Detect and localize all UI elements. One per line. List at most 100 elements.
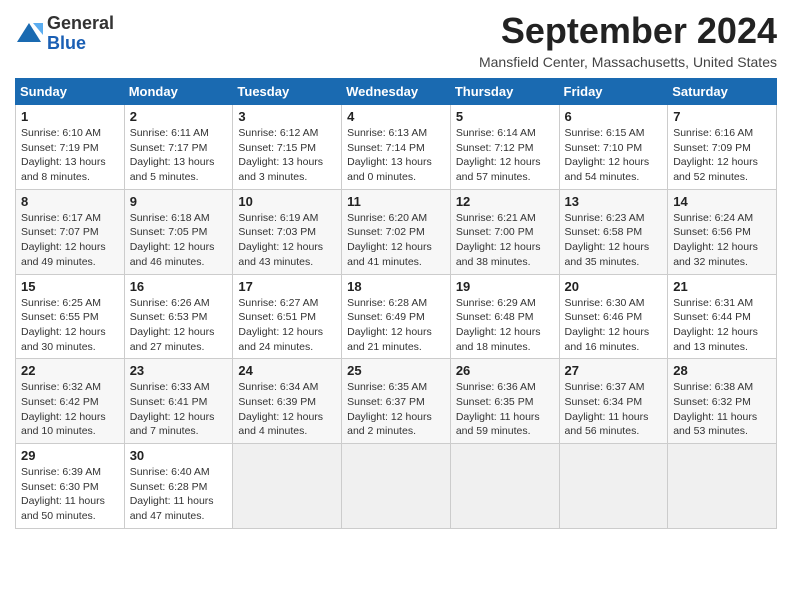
calendar-day-cell: 18 Sunrise: 6:28 AM Sunset: 6:49 PM Dayli… bbox=[342, 274, 451, 359]
location-title: Mansfield Center, Massachusetts, United … bbox=[479, 54, 777, 70]
calendar-week-row: 1Sunrise: 6:10 AM Sunset: 7:19 PM Daylig… bbox=[16, 105, 777, 190]
calendar-day-cell: 15Sunrise: 6:25 AM Sunset: 6:55 PM Dayli… bbox=[16, 274, 125, 359]
day-number: 12 bbox=[456, 194, 554, 209]
calendar-day-cell: 21Sunrise: 6:31 AM Sunset: 6:44 PM Dayli… bbox=[668, 274, 777, 359]
day-info: Sunrise: 6:14 AM Sunset: 7:12 PM Dayligh… bbox=[456, 126, 554, 185]
calendar-day-cell: 13 Sunrise: 6:23 AM Sunset: 6:58 PM Dayli… bbox=[559, 189, 668, 274]
day-number: 25 bbox=[347, 363, 445, 378]
day-number: 18 bbox=[347, 279, 445, 294]
logo-blue-text: Blue bbox=[47, 33, 86, 53]
day-info: Sunrise: 6:35 AM Sunset: 6:37 PM Dayligh… bbox=[347, 380, 445, 439]
day-info: Sunrise: 6:17 AM Sunset: 7:07 PM Dayligh… bbox=[21, 211, 119, 270]
day-info: Sunrise: 6:30 AM Sunset: 6:46 PM Dayligh… bbox=[565, 296, 663, 355]
calendar-table: SundayMondayTuesdayWednesdayThursdayFrid… bbox=[15, 78, 777, 529]
day-number: 4 bbox=[347, 109, 445, 124]
calendar-day-cell: 16 Sunrise: 6:26 AM Sunset: 6:53 PM Dayli… bbox=[124, 274, 233, 359]
calendar-day-cell: 23 Sunrise: 6:33 AM Sunset: 6:41 PM Dayli… bbox=[124, 359, 233, 444]
day-info: Sunrise: 6:24 AM Sunset: 6:56 PM Dayligh… bbox=[673, 211, 771, 270]
calendar-day-cell: 11 Sunrise: 6:20 AM Sunset: 7:02 PM Dayli… bbox=[342, 189, 451, 274]
page-header: General Blue September 2024 Mansfield Ce… bbox=[15, 10, 777, 70]
day-info: Sunrise: 6:10 AM Sunset: 7:19 PM Dayligh… bbox=[21, 126, 119, 185]
day-number: 16 bbox=[130, 279, 228, 294]
day-number: 28 bbox=[673, 363, 771, 378]
day-number: 11 bbox=[347, 194, 445, 209]
weekday-header-monday: Monday bbox=[124, 79, 233, 105]
calendar-day-cell: 24 Sunrise: 6:34 AM Sunset: 6:39 PM Dayli… bbox=[233, 359, 342, 444]
weekday-header-sunday: Sunday bbox=[16, 79, 125, 105]
day-info: Sunrise: 6:33 AM Sunset: 6:41 PM Dayligh… bbox=[130, 380, 228, 439]
calendar-day-cell: 6 Sunrise: 6:15 AM Sunset: 7:10 PM Daylig… bbox=[559, 105, 668, 190]
weekday-row: SundayMondayTuesdayWednesdayThursdayFrid… bbox=[16, 79, 777, 105]
day-number: 30 bbox=[130, 448, 228, 463]
calendar-day-cell: 22 Sunrise: 6:32 AM Sunset: 6:42 PM Dayli… bbox=[16, 359, 125, 444]
calendar-day-cell: 1Sunrise: 6:10 AM Sunset: 7:19 PM Daylig… bbox=[16, 105, 125, 190]
weekday-header-thursday: Thursday bbox=[450, 79, 559, 105]
day-number: 20 bbox=[565, 279, 663, 294]
day-number: 13 bbox=[565, 194, 663, 209]
day-number: 21 bbox=[673, 279, 771, 294]
calendar-day-cell bbox=[450, 444, 559, 529]
day-number: 19 bbox=[456, 279, 554, 294]
day-number: 17 bbox=[238, 279, 336, 294]
weekday-header-wednesday: Wednesday bbox=[342, 79, 451, 105]
day-info: Sunrise: 6:13 AM Sunset: 7:14 PM Dayligh… bbox=[347, 126, 445, 185]
weekday-header-friday: Friday bbox=[559, 79, 668, 105]
day-info: Sunrise: 6:21 AM Sunset: 7:00 PM Dayligh… bbox=[456, 211, 554, 270]
day-info: Sunrise: 6:36 AM Sunset: 6:35 PM Dayligh… bbox=[456, 380, 554, 439]
day-number: 26 bbox=[456, 363, 554, 378]
day-info: Sunrise: 6:38 AM Sunset: 6:32 PM Dayligh… bbox=[673, 380, 771, 439]
day-info: Sunrise: 6:28 AM Sunset: 6:49 PM Dayligh… bbox=[347, 296, 445, 355]
day-number: 29 bbox=[21, 448, 119, 463]
calendar-week-row: 15Sunrise: 6:25 AM Sunset: 6:55 PM Dayli… bbox=[16, 274, 777, 359]
day-info: Sunrise: 6:37 AM Sunset: 6:34 PM Dayligh… bbox=[565, 380, 663, 439]
calendar-day-cell: 8 Sunrise: 6:17 AM Sunset: 7:07 PM Daylig… bbox=[16, 189, 125, 274]
title-block: September 2024 Mansfield Center, Massach… bbox=[479, 10, 777, 70]
calendar-day-cell bbox=[559, 444, 668, 529]
day-number: 23 bbox=[130, 363, 228, 378]
day-info: Sunrise: 6:32 AM Sunset: 6:42 PM Dayligh… bbox=[21, 380, 119, 439]
logo-general-text: General bbox=[47, 13, 114, 33]
calendar-day-cell: 20 Sunrise: 6:30 AM Sunset: 6:46 PM Dayli… bbox=[559, 274, 668, 359]
day-number: 27 bbox=[565, 363, 663, 378]
day-number: 8 bbox=[21, 194, 119, 209]
weekday-header-saturday: Saturday bbox=[668, 79, 777, 105]
day-info: Sunrise: 6:15 AM Sunset: 7:10 PM Dayligh… bbox=[565, 126, 663, 185]
day-info: Sunrise: 6:12 AM Sunset: 7:15 PM Dayligh… bbox=[238, 126, 336, 185]
calendar-day-cell: 29 Sunrise: 6:39 AM Sunset: 6:30 PM Dayli… bbox=[16, 444, 125, 529]
logo: General Blue bbox=[15, 14, 114, 54]
calendar-day-cell: 10 Sunrise: 6:19 AM Sunset: 7:03 PM Dayli… bbox=[233, 189, 342, 274]
calendar-body: 1Sunrise: 6:10 AM Sunset: 7:19 PM Daylig… bbox=[16, 105, 777, 529]
calendar-day-cell: 17Sunrise: 6:27 AM Sunset: 6:51 PM Dayli… bbox=[233, 274, 342, 359]
calendar-header: SundayMondayTuesdayWednesdayThursdayFrid… bbox=[16, 79, 777, 105]
calendar-day-cell bbox=[342, 444, 451, 529]
day-info: Sunrise: 6:26 AM Sunset: 6:53 PM Dayligh… bbox=[130, 296, 228, 355]
calendar-day-cell: 2Sunrise: 6:11 AM Sunset: 7:17 PM Daylig… bbox=[124, 105, 233, 190]
calendar-day-cell: 5 Sunrise: 6:14 AM Sunset: 7:12 PM Daylig… bbox=[450, 105, 559, 190]
day-number: 10 bbox=[238, 194, 336, 209]
calendar-day-cell: 7Sunrise: 6:16 AM Sunset: 7:09 PM Daylig… bbox=[668, 105, 777, 190]
calendar-day-cell bbox=[668, 444, 777, 529]
day-number: 14 bbox=[673, 194, 771, 209]
logo-icon bbox=[15, 20, 43, 48]
day-info: Sunrise: 6:19 AM Sunset: 7:03 PM Dayligh… bbox=[238, 211, 336, 270]
day-info: Sunrise: 6:11 AM Sunset: 7:17 PM Dayligh… bbox=[130, 126, 228, 185]
month-title: September 2024 bbox=[479, 10, 777, 52]
calendar-day-cell: 28 Sunrise: 6:38 AM Sunset: 6:32 PM Dayli… bbox=[668, 359, 777, 444]
calendar-day-cell: 25 Sunrise: 6:35 AM Sunset: 6:37 PM Dayli… bbox=[342, 359, 451, 444]
calendar-day-cell bbox=[233, 444, 342, 529]
day-info: Sunrise: 6:40 AM Sunset: 6:28 PM Dayligh… bbox=[130, 465, 228, 524]
day-info: Sunrise: 6:23 AM Sunset: 6:58 PM Dayligh… bbox=[565, 211, 663, 270]
calendar-day-cell: 14 Sunrise: 6:24 AM Sunset: 6:56 PM Dayli… bbox=[668, 189, 777, 274]
calendar-day-cell: 3 Sunrise: 6:12 AM Sunset: 7:15 PM Daylig… bbox=[233, 105, 342, 190]
calendar-day-cell: 26 Sunrise: 6:36 AM Sunset: 6:35 PM Dayli… bbox=[450, 359, 559, 444]
calendar-day-cell: 27 Sunrise: 6:37 AM Sunset: 6:34 PM Dayli… bbox=[559, 359, 668, 444]
day-number: 24 bbox=[238, 363, 336, 378]
day-number: 5 bbox=[456, 109, 554, 124]
day-info: Sunrise: 6:39 AM Sunset: 6:30 PM Dayligh… bbox=[21, 465, 119, 524]
day-number: 6 bbox=[565, 109, 663, 124]
day-info: Sunrise: 6:34 AM Sunset: 6:39 PM Dayligh… bbox=[238, 380, 336, 439]
day-info: Sunrise: 6:20 AM Sunset: 7:02 PM Dayligh… bbox=[347, 211, 445, 270]
day-number: 22 bbox=[21, 363, 119, 378]
day-number: 3 bbox=[238, 109, 336, 124]
calendar-week-row: 22 Sunrise: 6:32 AM Sunset: 6:42 PM Dayli… bbox=[16, 359, 777, 444]
